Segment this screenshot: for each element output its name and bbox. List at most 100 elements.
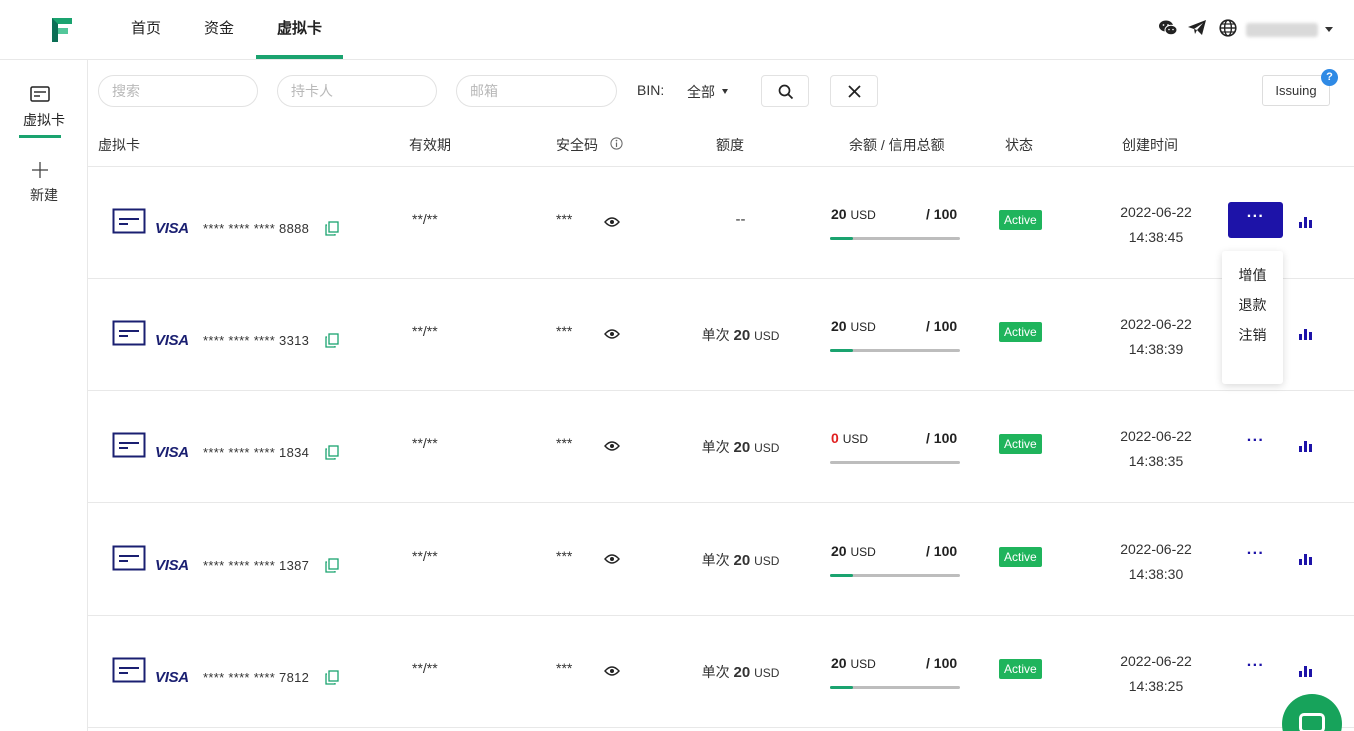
sidebar-active-underline [19,135,61,138]
bar-chart-icon[interactable] [1299,441,1312,452]
balance: 20 USD [831,543,876,559]
card-icon [112,657,146,683]
table-row: VISA **** **** **** 8888 **/** *** -- 20 USD… [88,167,1354,279]
info-icon[interactable] [610,137,623,150]
balance-amount: 0 [831,430,839,446]
user-name-blurred[interactable] [1246,23,1318,37]
copy-icon[interactable] [325,558,339,573]
nav-home[interactable]: 首页 [124,0,168,60]
cardholder-input[interactable] [277,75,437,107]
created-clock: 14:38:39 [1128,341,1184,357]
search-input[interactable] [98,75,258,107]
sidebar-item-virtual-card[interactable]: 虚拟卡 [0,110,88,130]
limit-unit: USD [754,666,780,680]
eye-icon[interactable] [604,328,620,340]
eye-icon[interactable] [604,440,620,452]
bar-chart-icon[interactable] [1299,554,1312,565]
credit-total: / 100 [926,655,958,671]
help-icon[interactable]: ? [1321,69,1338,86]
status-badge: Active [999,659,1042,679]
bar-chart-icon[interactable] [1299,666,1312,677]
created-date: 2022-06-22 [1120,316,1192,332]
credit-total: / 100 [926,318,958,334]
row-actions-dropdown: 增值 退款 注销 [1222,251,1283,384]
eye-icon[interactable] [604,553,620,565]
wechat-icon[interactable] [1158,19,1178,37]
table-row: VISA **** **** **** 3313 **/** *** 单次 20 USD… [88,279,1354,391]
ellipsis-icon: ··· [1246,545,1265,562]
card-limit: 单次 20 USD [688,437,793,457]
limit-amount: 20 [733,664,751,681]
created-date: 2022-06-22 [1120,428,1192,444]
balance-progress-fill [830,574,854,577]
visa-brand: VISA [155,669,189,686]
telegram-icon[interactable] [1188,19,1206,36]
limit-prefix: 单次 [701,552,730,568]
nav-virtual-card[interactable]: 虚拟卡 [256,0,343,60]
issuing-button[interactable]: Issuing [1262,75,1330,106]
globe-icon[interactable] [1219,19,1237,37]
expiry-date: **/** [412,548,438,564]
balance-progress-bar [830,686,960,689]
search-icon [778,84,794,100]
card-number: **** **** **** 3313 [203,333,310,348]
menu-item-top-up[interactable]: 增值 [1222,265,1283,285]
status-badge: Active [999,547,1042,567]
balance-unit: USD [850,545,876,559]
col-header-limit: 额度 [716,137,744,153]
balance-amount: 20 [831,655,847,671]
limit-amount: 20 [733,552,751,569]
balance-progress-bar [830,461,960,464]
credit-total: / 100 [926,206,958,222]
cvv-masked: *** [556,548,573,564]
menu-item-cancel-card[interactable]: 注销 [1222,325,1283,345]
cvv-masked: *** [556,323,573,339]
cvv-masked: *** [556,435,573,451]
copy-icon[interactable] [325,333,339,348]
bin-chevron-down-icon[interactable] [722,89,728,94]
limit-prefix: 单次 [701,664,730,680]
expiry-date: **/** [412,660,438,676]
visa-brand: VISA [155,444,189,461]
card-number: **** **** **** 1834 [203,445,310,460]
card-icon [112,432,146,458]
balance: 20 USD [831,655,876,671]
chat-icon [1299,713,1325,731]
visa-brand: VISA [155,220,189,237]
more-actions-button[interactable]: ··· [1228,539,1283,575]
card-limit: 单次 20 USD [688,550,793,570]
limit-amount: -- [735,211,746,228]
card-limit: -- [688,211,793,228]
user-menu-chevron-down-icon[interactable] [1325,27,1333,32]
eye-icon[interactable] [604,665,620,677]
bar-chart-icon[interactable] [1299,329,1312,340]
balance-progress-bar [830,237,960,240]
eye-icon[interactable] [604,216,620,228]
copy-icon[interactable] [325,221,339,236]
email-input[interactable] [456,75,617,107]
balance-unit: USD [850,657,876,671]
card-limit: 单次 20 USD [688,325,793,345]
copy-icon[interactable] [325,445,339,460]
plus-icon [32,162,48,178]
limit-prefix: 单次 [701,327,730,343]
menu-item-refund[interactable]: 退款 [1222,295,1283,315]
more-actions-button[interactable]: ··· [1228,651,1283,687]
created-clock: 14:38:30 [1128,566,1184,582]
copy-icon[interactable] [325,670,339,685]
bar-chart-icon[interactable] [1299,217,1312,228]
col-header-status: 状态 [1005,137,1033,153]
balance-progress-fill [830,237,854,240]
clear-button[interactable] [830,75,878,107]
app-logo[interactable] [50,16,74,44]
card-number: **** **** **** 1387 [203,558,310,573]
balance-unit: USD [850,320,876,334]
balance-progress-bar [830,349,960,352]
more-actions-button[interactable]: ··· [1228,426,1283,462]
bin-select[interactable]: 全部 [687,82,715,102]
search-button[interactable] [761,75,809,107]
more-actions-button[interactable]: ··· [1228,202,1283,238]
sidebar-item-new[interactable]: 新建 [0,185,88,205]
created-time: 2022-06-22 14:38:35 [1108,424,1204,474]
nav-funds[interactable]: 资金 [197,0,241,60]
